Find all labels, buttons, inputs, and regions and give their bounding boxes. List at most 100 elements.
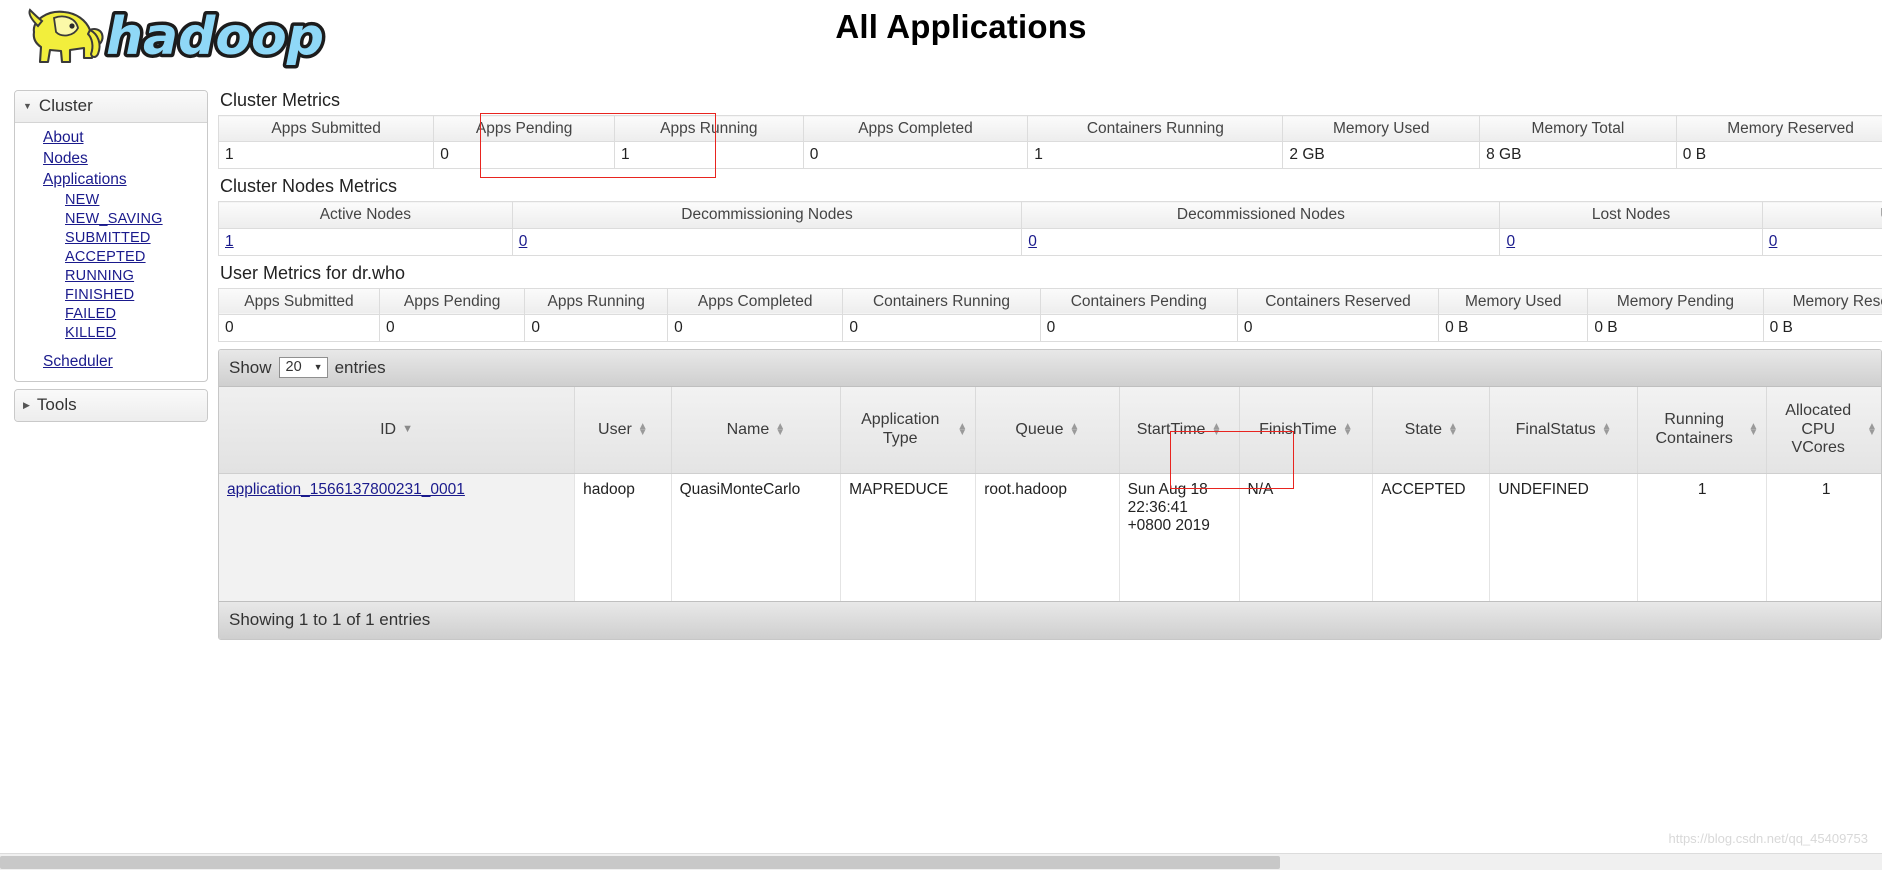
th-user[interactable]: User ▲ ▼	[574, 387, 672, 474]
td-decommissioned-nodes: 0	[1021, 228, 1501, 256]
th-allocated-cpu-vcores[interactable]: Allocated CPU VCores ▲ ▼	[1766, 387, 1881, 474]
th-id-label: ID	[380, 420, 397, 438]
sidebar-cluster-header[interactable]: ▼ Cluster	[15, 91, 207, 123]
td-apps-submitted: 1	[217, 141, 435, 170]
sidebar-item-state-new[interactable]: NEW	[15, 190, 207, 209]
td-user: hadoop	[574, 473, 672, 602]
td-user-apps-completed: 0	[667, 314, 844, 343]
td-name: QuasiMonteCarlo	[671, 473, 842, 602]
th-name-label: Name	[726, 420, 770, 438]
page-size-value: 20	[285, 359, 302, 376]
th-user-label: User	[598, 420, 632, 438]
th-state-label: State	[1404, 420, 1442, 438]
sidebar-item-state-running[interactable]: RUNNING	[15, 266, 207, 285]
th-memory-reserved: Memory Reserved	[1675, 114, 1882, 143]
table-row[interactable]: application_1566137800231_0001 hadoop Qu…	[219, 473, 1881, 602]
th-memory-total: Memory Total	[1479, 114, 1677, 143]
th-user-apps-running: Apps Running	[524, 287, 669, 316]
sort-both-icon: ▲ ▼	[957, 420, 968, 438]
th-start-time-label: StartTime	[1136, 420, 1206, 438]
th-user-memory-used: Memory Used	[1438, 287, 1589, 316]
sidebar-tools-header[interactable]: ▶ Tools	[15, 390, 207, 421]
caret-down-icon: ▼	[23, 100, 32, 111]
user-metrics-title: User Metrics for dr.who	[220, 262, 406, 283]
th-start-time[interactable]: StartTime ▲ ▼	[1119, 387, 1240, 474]
th-apps-pending: Apps Pending	[433, 114, 615, 143]
th-decommissioning-nodes: Decommissioning Nodes	[511, 201, 1023, 229]
sort-desc-icon: ▼	[402, 423, 413, 436]
horizontal-scrollbar[interactable]	[0, 853, 1882, 870]
link-decommissioned-nodes[interactable]: 0	[1028, 233, 1037, 250]
th-final-status-label: FinalStatus	[1515, 420, 1596, 438]
td-lost-nodes: 0	[1499, 228, 1763, 256]
sort-both-icon: ▲ ▼	[1748, 420, 1759, 438]
link-lost-nodes[interactable]: 0	[1506, 233, 1515, 250]
td-state: ACCEPTED	[1372, 473, 1491, 602]
td-final-status: UNDEFINED	[1489, 473, 1638, 602]
sort-both-icon: ▲ ▼	[1601, 420, 1612, 438]
sidebar-item-state-killed[interactable]: KILLED	[15, 323, 207, 342]
th-user-memory-pending: Memory Pending	[1587, 287, 1764, 316]
page-title: All Applications	[835, 8, 1087, 45]
td-start-time: Sun Aug 18 22:36:41 +0800 2019	[1119, 473, 1240, 602]
th-containers-running: Containers Running	[1027, 114, 1284, 143]
page-size-select[interactable]: 20 ▼	[278, 357, 328, 379]
sidebar-item-state-new-saving[interactable]: NEW_SAVING	[15, 209, 207, 228]
cluster-metrics-table: Apps Submitted Apps Pending Apps Running…	[217, 114, 1882, 170]
sidebar-item-state-accepted[interactable]: ACCEPTED	[15, 247, 207, 266]
td-active-nodes: 1	[218, 228, 513, 256]
sidebar-cluster-body: About Nodes Applications NEW NEW_SAVING …	[15, 123, 207, 381]
td-memory-total: 8 GB	[1479, 141, 1677, 170]
td-finish-time: N/A	[1239, 473, 1374, 602]
link-active-nodes[interactable]: 1	[225, 233, 234, 250]
user-metrics-header-row: Apps Submitted Apps Pending Apps Running…	[218, 287, 1882, 316]
applications-datatable: Show 20 ▼ entries ID ▼ User ▲ ▼ Name ▲ ▼…	[218, 349, 1882, 641]
link-unhealthy-nodes[interactable]: 0	[1769, 233, 1778, 250]
td-application-type: MAPREDUCE	[840, 473, 977, 602]
sidebar-tools-label: Tools	[36, 395, 77, 414]
sidebar-item-about[interactable]: About	[15, 127, 207, 148]
th-unhealthy-nodes: Unhealthy Nodes	[1761, 201, 1882, 229]
th-final-status[interactable]: FinalStatus ▲ ▼	[1489, 387, 1638, 474]
sort-both-icon: ▲ ▼	[1342, 420, 1353, 438]
td-containers-running: 1	[1027, 141, 1284, 170]
nodes-metrics-value-row: 1 0 0 0 0	[218, 228, 1882, 256]
sidebar-panel-tools: ▶ Tools	[14, 389, 208, 422]
th-active-nodes: Active Nodes	[218, 201, 513, 229]
th-queue[interactable]: Queue ▲ ▼	[975, 387, 1120, 474]
sort-both-icon: ▲ ▼	[775, 420, 786, 438]
th-user-apps-completed: Apps Completed	[667, 287, 844, 316]
sidebar-item-state-finished[interactable]: FINISHED	[15, 285, 207, 304]
nodes-metrics-header-row: Active Nodes Decommissioning Nodes Decom…	[218, 201, 1882, 229]
th-queue-label: Queue	[1015, 420, 1064, 438]
th-running-containers[interactable]: Running Containers ▲ ▼	[1637, 387, 1768, 474]
td-user-apps-submitted: 0	[218, 314, 380, 343]
link-decommissioning-nodes[interactable]: 0	[519, 233, 528, 250]
td-apps-running: 1	[614, 141, 804, 170]
td-memory-reserved: 0 B	[1675, 141, 1882, 170]
scrollbar-thumb[interactable]	[0, 856, 1280, 869]
sidebar-panel-cluster: ▼ Cluster About Nodes Applications NEW N…	[14, 90, 208, 382]
td-user-containers-running: 0	[842, 314, 1041, 343]
sidebar: ▼ Cluster About Nodes Applications NEW N…	[14, 90, 208, 429]
th-id[interactable]: ID ▼	[219, 387, 576, 474]
th-finish-time[interactable]: FinishTime ▲ ▼	[1239, 387, 1374, 474]
caret-right-icon: ▶	[23, 399, 30, 410]
sidebar-item-state-failed[interactable]: FAILED	[15, 304, 207, 323]
sidebar-item-applications[interactable]: Applications	[15, 169, 207, 190]
th-application-type[interactable]: Application Type ▲ ▼	[840, 387, 977, 474]
th-name[interactable]: Name ▲ ▼	[671, 387, 842, 474]
th-apps-running: Apps Running	[614, 114, 804, 143]
td-queue: root.hadoop	[975, 473, 1120, 602]
td-decommissioning-nodes: 0	[511, 228, 1023, 256]
sidebar-item-state-submitted[interactable]: SUBMITTED	[15, 228, 207, 247]
application-id-link[interactable]: application_1566137800231_0001	[227, 481, 465, 498]
sidebar-item-scheduler[interactable]: Scheduler	[15, 351, 207, 372]
show-label: Show	[229, 357, 272, 377]
th-state[interactable]: State ▲ ▼	[1372, 387, 1491, 474]
watermark: https://blog.csdn.net/qq_45409753	[1668, 831, 1869, 846]
cluster-metrics-title: Cluster Metrics	[220, 90, 341, 110]
sidebar-item-nodes[interactable]: Nodes	[15, 148, 207, 169]
th-application-type-label: Application Type	[861, 411, 940, 447]
th-user-apps-pending: Apps Pending	[378, 287, 526, 316]
